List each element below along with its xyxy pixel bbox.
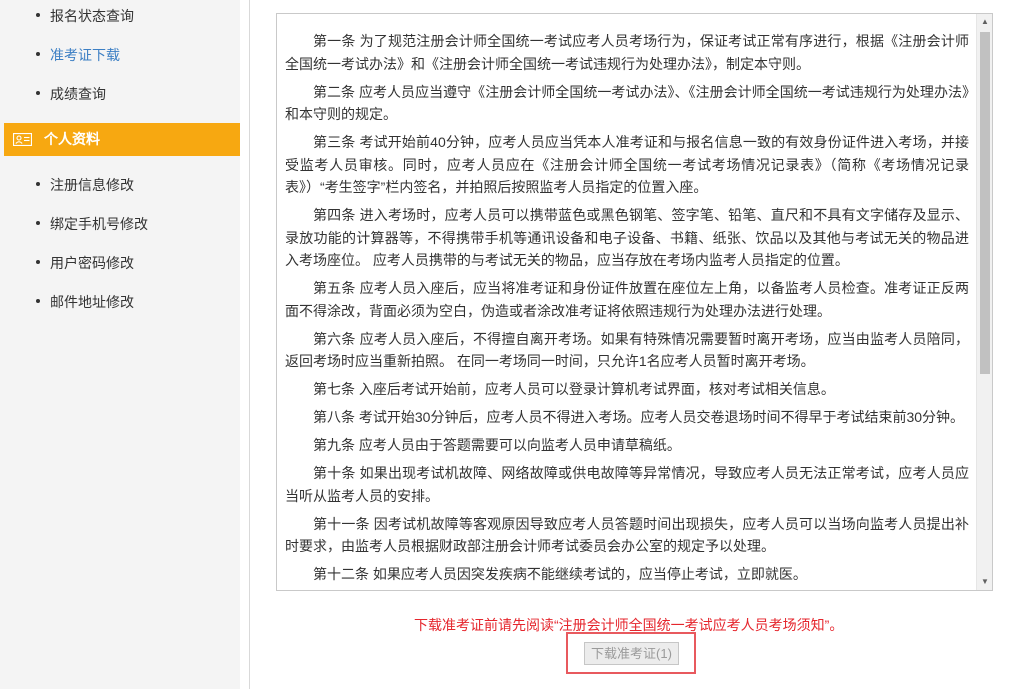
sidebar-item-label: 用户密码修改 xyxy=(50,255,134,271)
exam-rules-text: 第一条 为了规范注册会计师全国统一考试应考人员考场行为，保证考试正常有序进行，根… xyxy=(285,30,969,590)
rule-paragraph: 第九条 应考人员由于答题需要可以向监考人员申请草稿纸。 xyxy=(313,437,681,453)
rule-paragraph: 第十条 如果出现考试机故障、网络故障或供电故障等异常情况，导致应考人员无法正常考… xyxy=(285,465,969,504)
sidebar-item-label: 准考证下载 xyxy=(50,47,120,63)
sidebar-item-email-edit[interactable]: 邮件地址修改 xyxy=(36,290,134,314)
sidebar-item-password-edit[interactable]: 用户密码修改 xyxy=(36,251,134,275)
bullet-icon xyxy=(36,13,40,18)
sidebar-item-label: 邮件地址修改 xyxy=(50,294,134,310)
section-header-personal[interactable]: 个人资料 xyxy=(4,123,240,156)
sidebar-item-registration-edit[interactable]: 注册信息修改 xyxy=(36,173,134,197)
section-title: 个人资料 xyxy=(44,131,100,147)
rule-paragraph: 第三条 考试开始前40分钟，应考人员应当凭本人准考证和与报名信息一致的有效身份证… xyxy=(285,134,969,195)
rule-paragraph: 第二条 应考人员应当遵守《注册会计师全国统一考试办法》、《注册会计师全国统一考试… xyxy=(285,83,969,123)
scroll-down-arrow-icon[interactable]: ▼ xyxy=(977,574,992,590)
bullet-icon xyxy=(36,221,40,226)
bullet-icon xyxy=(36,52,40,57)
id-card-icon xyxy=(13,133,32,146)
rule-paragraph: 第八条 考试开始30分钟后，应考人员不得进入考场。应考人员交卷退场时间不得早于考… xyxy=(313,409,965,425)
sidebar-item-score-query[interactable]: 成绩查询 xyxy=(36,82,106,106)
rule-paragraph: 第六条 应考人员入座后，不得擅自离开考场。如果有特殊情况需要暂时离开考场，应当由… xyxy=(285,330,969,370)
download-button-highlight: 下载准考证(1) xyxy=(566,632,696,674)
rule-paragraph: 第七条 入座后考试开始前，应考人员可以登录计算机考试界面，核对考试相关信息。 xyxy=(313,381,835,397)
sidebar-item-label: 成绩查询 xyxy=(50,86,106,102)
sidebar-item-admission-download[interactable]: 准考证下载 xyxy=(36,43,120,67)
bullet-icon xyxy=(36,260,40,265)
sidebar: 报名状态查询 准考证下载 成绩查询 个人资料 注册信息修改 绑定手机号修改 用户… xyxy=(0,0,240,689)
scrollbar-thumb[interactable] xyxy=(980,32,990,374)
bullet-icon xyxy=(36,299,40,304)
rule-paragraph: 第十二条 如果应考人员因突发疾病不能继续考试的，应当停止考试，立即就医。 xyxy=(313,566,807,582)
sidebar-item-registration-status[interactable]: 报名状态查询 xyxy=(36,4,134,28)
rule-paragraph: 第一条 为了规范注册会计师全国统一考试应考人员考场行为，保证考试正常有序进行，根… xyxy=(285,33,969,72)
sidebar-item-label: 绑定手机号修改 xyxy=(50,216,148,232)
download-admission-ticket-button[interactable]: 下载准考证(1) xyxy=(584,642,679,665)
rule-paragraph: 第四条 进入考场时，应考人员可以携带蓝色或黑色钢笔、签字笔、铅笔、直尺和不具有文… xyxy=(285,207,969,268)
exam-rules-scroll-box[interactable]: 第一条 为了规范注册会计师全国统一考试应考人员考场行为，保证考试正常有序进行，根… xyxy=(276,13,993,591)
sidebar-item-label: 报名状态查询 xyxy=(50,8,134,24)
scroll-up-arrow-icon[interactable]: ▲ xyxy=(977,14,992,30)
bullet-icon xyxy=(36,182,40,187)
sidebar-item-phone-edit[interactable]: 绑定手机号修改 xyxy=(36,212,148,236)
rule-paragraph: 第十一条 因考试机故障等客观原因导致应考人员答题时间出现损失，应考人员可以当场向… xyxy=(285,515,969,555)
bullet-icon xyxy=(36,91,40,96)
vertical-scrollbar[interactable]: ▲ ▼ xyxy=(976,14,992,590)
rule-paragraph: 第五条 应考人员入座后，应当将准考证和身份证件放置在座位左上角，以备监考人员检查… xyxy=(285,280,969,319)
sidebar-item-label: 注册信息修改 xyxy=(50,177,134,193)
